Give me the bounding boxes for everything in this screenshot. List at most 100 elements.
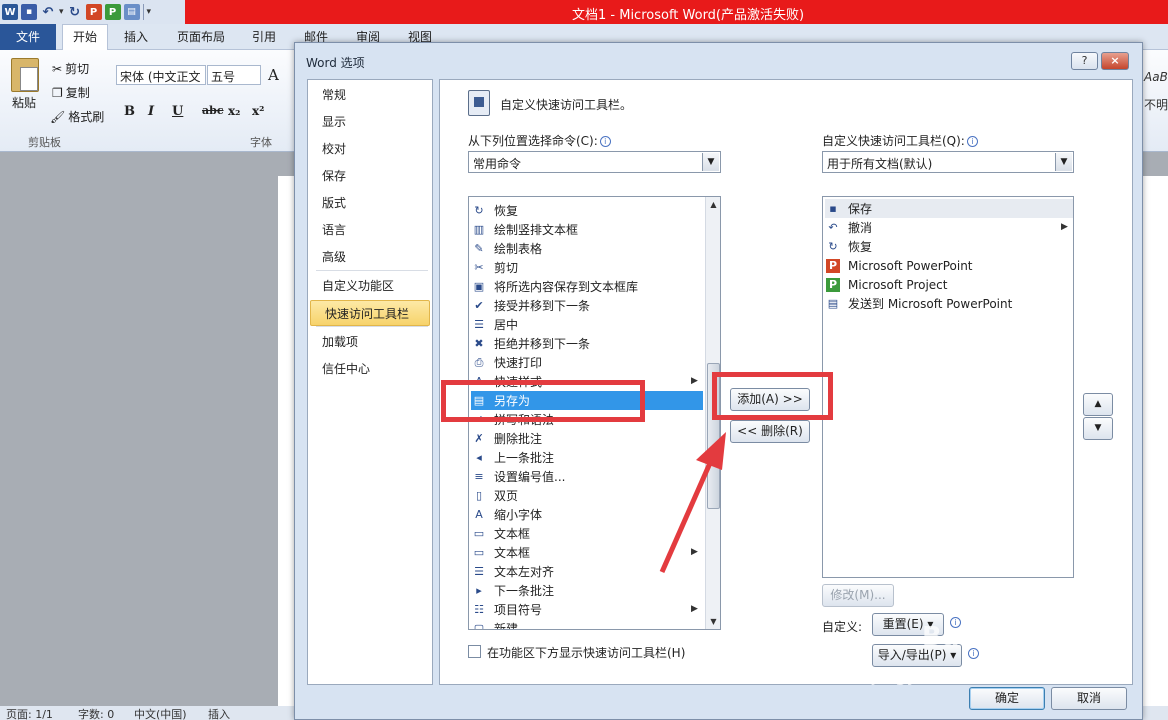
- scroll-down-icon[interactable]: ▼: [706, 614, 720, 629]
- underline-button[interactable]: U: [172, 104, 183, 119]
- textbox-gallery-icon: ▣: [473, 279, 485, 293]
- grow-font-button[interactable]: A: [268, 66, 279, 84]
- tab-references[interactable]: 引用: [252, 28, 276, 45]
- vertical-textbox-icon: ▥: [473, 222, 485, 236]
- tab-file[interactable]: 文件: [0, 24, 56, 50]
- cut-button[interactable]: ✂ 剪切: [52, 60, 89, 77]
- command-item[interactable]: ▸ 下一条批注: [471, 581, 697, 600]
- powerpoint-icon[interactable]: P: [85, 4, 102, 20]
- qat-item[interactable]: ↶ 撤消: [825, 218, 1073, 237]
- tab-insert[interactable]: 插入: [124, 28, 148, 45]
- status-words[interactable]: 字数: 0: [78, 706, 114, 720]
- font-name-combo[interactable]: 宋体 (中文正文: [116, 65, 206, 85]
- choose-commands-label: 从下列位置选择命令(C): i: [468, 132, 611, 149]
- strikethrough-button[interactable]: abc: [202, 104, 224, 117]
- undo-icon: ↶: [828, 220, 838, 234]
- word-window-title: 文档1 - Microsoft Word(产品激活失败): [572, 8, 805, 23]
- superscript-button[interactable]: x²: [252, 104, 264, 118]
- paste-button[interactable]: 粘贴: [12, 94, 36, 111]
- nav-customize-ribbon[interactable]: 自定义功能区: [308, 273, 432, 299]
- close-button[interactable]: ×: [1101, 52, 1129, 70]
- command-item[interactable]: ⎙ 快速打印: [471, 353, 697, 372]
- show-below-ribbon-checkbox[interactable]: [468, 645, 481, 658]
- save-icon[interactable]: ▪: [21, 4, 37, 20]
- nav-display[interactable]: 显示: [308, 109, 432, 135]
- customize-qat-value: 用于所有文档(默认): [827, 157, 933, 171]
- status-language[interactable]: 中文(中国): [134, 706, 187, 720]
- cut-label: 剪切: [65, 62, 90, 76]
- command-item[interactable]: ▣ 将所选内容保存到文本框库: [471, 277, 697, 296]
- undo-dropdown-icon[interactable]: ▾: [59, 7, 64, 17]
- qat-item-label: 撤消: [848, 221, 873, 235]
- redo-icon: ↻: [828, 239, 838, 253]
- style-preview[interactable]: AaBb: [1144, 70, 1168, 84]
- subscript-button[interactable]: x₂: [228, 104, 240, 118]
- bold-button[interactable]: B: [124, 104, 135, 119]
- scroll-up-icon[interactable]: ▲: [706, 197, 720, 212]
- quick-access-toolbar-icon: [468, 90, 490, 116]
- send-to-icon[interactable]: ▤: [123, 4, 140, 20]
- qat-item[interactable]: P Microsoft Project: [825, 275, 1073, 294]
- watermark-url: jingyan.baidu.com: [872, 664, 1048, 686]
- command-item[interactable]: ▢ 新建: [471, 619, 697, 630]
- font-size-combo[interactable]: 五号: [207, 65, 261, 85]
- word-icon[interactable]: W: [2, 4, 18, 20]
- status-insert[interactable]: 插入: [208, 706, 230, 720]
- nav-layout[interactable]: 版式: [308, 190, 432, 216]
- qat-item[interactable]: ▤ 发送到 Microsoft PowerPoint: [825, 294, 1073, 313]
- command-item[interactable]: ↻ 恢复: [471, 201, 697, 220]
- nav-trust-center[interactable]: 信任中心: [308, 356, 432, 382]
- highlight-box-add: [712, 372, 833, 420]
- qat-item[interactable]: ↻ 恢复: [825, 237, 1073, 256]
- command-item[interactable]: ☰ 居中: [471, 315, 697, 334]
- remove-button[interactable]: << 删除(R): [730, 420, 810, 443]
- style-no-spacing[interactable]: 不明: [1144, 96, 1168, 113]
- customize-qat-text: 自定义快速访问工具栏(Q):: [822, 134, 965, 148]
- command-item[interactable]: ✔ 接受并移到下一条: [471, 296, 697, 315]
- nav-quick-access-toolbar[interactable]: 快速访问工具栏: [310, 300, 430, 326]
- project-icon[interactable]: P: [104, 4, 121, 20]
- qat-item[interactable]: ▪ 保存: [825, 199, 1073, 218]
- command-item[interactable]: ✎ 绘制表格: [471, 239, 697, 258]
- show-below-ribbon-label[interactable]: 在功能区下方显示快速访问工具栏(H): [487, 644, 685, 661]
- tab-page-layout[interactable]: 页面布局: [177, 28, 225, 45]
- tab-home[interactable]: 开始: [62, 24, 108, 51]
- command-item[interactable]: ▥ 绘制竖排文本框: [471, 220, 697, 239]
- nav-general[interactable]: 常规: [308, 82, 432, 108]
- choose-commands-combo[interactable]: 常用命令 ▼: [468, 151, 721, 173]
- help-button[interactable]: ?: [1071, 52, 1098, 70]
- command-label: 居中: [494, 318, 519, 332]
- command-item[interactable]: ✂ 剪切: [471, 258, 697, 277]
- nav-save[interactable]: 保存: [308, 163, 432, 189]
- chevron-down-icon[interactable]: ▼: [1055, 153, 1072, 171]
- project-icon: P: [826, 277, 840, 292]
- status-page[interactable]: 页面: 1/1: [6, 706, 53, 720]
- command-item[interactable]: ☷ 项目符号: [471, 600, 697, 619]
- italic-button[interactable]: I: [148, 104, 154, 119]
- nav-language[interactable]: 语言: [308, 217, 432, 243]
- customize-qat-combo[interactable]: 用于所有文档(默认) ▼: [822, 151, 1074, 173]
- ok-button[interactable]: 确定: [969, 687, 1045, 710]
- annotation-arrow: [659, 432, 726, 574]
- previous-comment-icon: ◂: [476, 450, 482, 464]
- chevron-down-icon[interactable]: ▼: [702, 153, 719, 171]
- move-down-button[interactable]: ▼: [1083, 417, 1113, 440]
- copy-button[interactable]: ❐ 复制: [52, 84, 90, 101]
- send-to-powerpoint-icon: ▤: [827, 296, 839, 310]
- format-painter-button[interactable]: 🖌 格式刷: [50, 108, 104, 125]
- command-item[interactable]: ✖ 拒绝并移到下一条: [471, 334, 697, 353]
- qat-item[interactable]: P Microsoft PowerPoint: [825, 256, 1073, 275]
- nav-advanced[interactable]: 高级: [308, 244, 432, 270]
- modify-button[interactable]: 修改(M)...: [822, 584, 894, 607]
- nav-proofing[interactable]: 校对: [308, 136, 432, 162]
- paste-icon[interactable]: [11, 58, 39, 92]
- qat-items-list[interactable]: ▪ 保存 ↶ 撤消 ▶ ↻ 恢复 P Microsoft PowerPoint P Microsof…: [822, 196, 1074, 578]
- cancel-button[interactable]: 取消: [1051, 687, 1127, 710]
- undo-icon[interactable]: ↶: [40, 4, 56, 20]
- redo-icon[interactable]: ↻: [67, 4, 83, 20]
- customize-qat-icon[interactable]: ▾: [147, 7, 152, 17]
- nav-separator: [316, 270, 428, 271]
- move-up-button[interactable]: ▲: [1083, 393, 1113, 416]
- submenu-arrow-icon: ▶: [691, 604, 698, 614]
- nav-add-ins[interactable]: 加载项: [308, 329, 432, 355]
